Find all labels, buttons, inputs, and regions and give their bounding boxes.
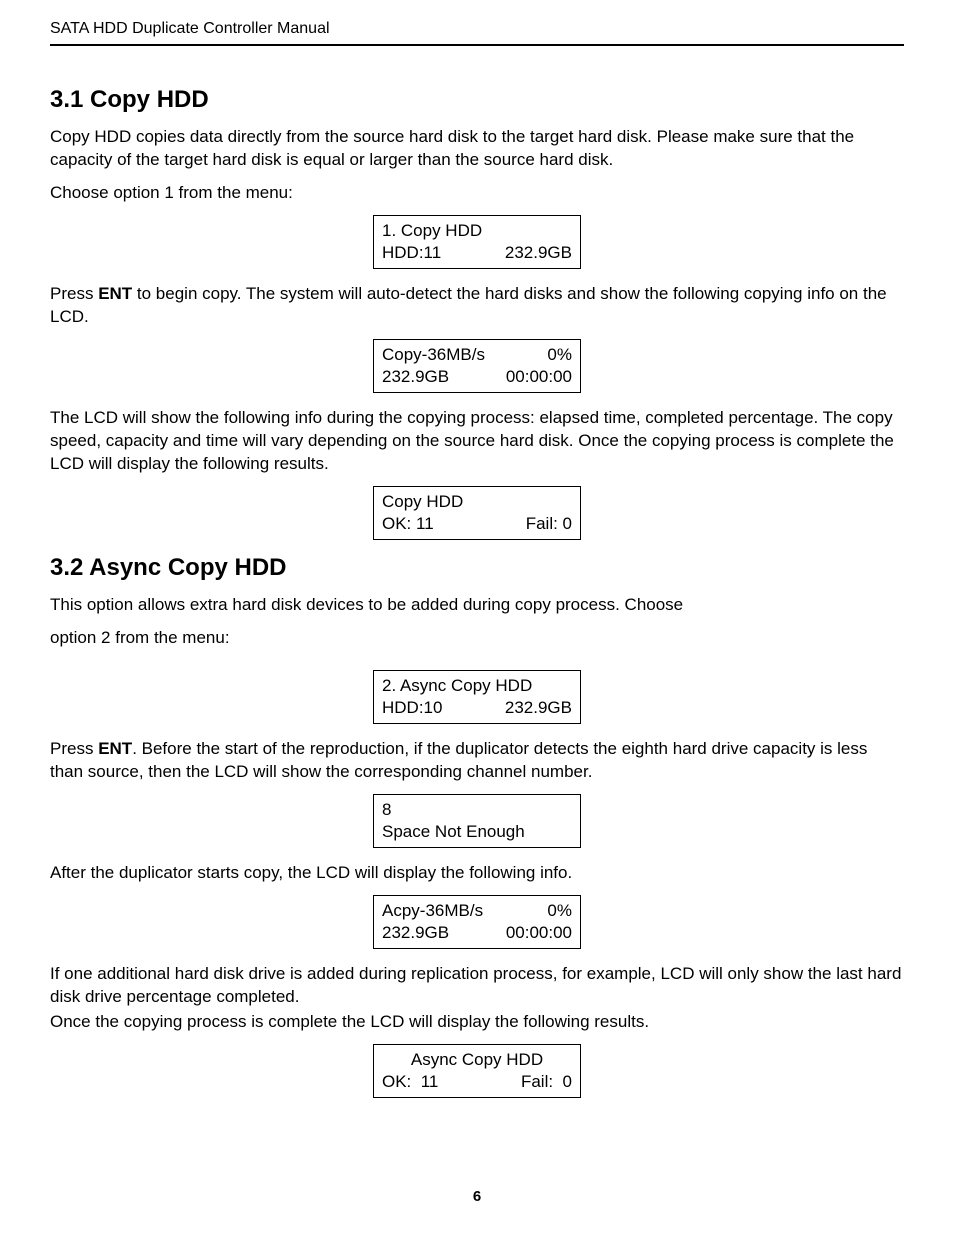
- lcd-line: Fail: 0: [526, 513, 572, 535]
- lcd-line: Acpy-36MB/s: [382, 900, 483, 922]
- lcd-line: 00:00:00: [506, 922, 572, 944]
- text-fragment: Press: [50, 739, 98, 758]
- lcd-display: Async Copy HDD OK: 11 Fail: 0: [373, 1044, 581, 1098]
- body-text: option 2 from the menu:: [50, 627, 904, 650]
- lcd-line: 2. Async Copy HDD: [382, 675, 532, 697]
- lcd-line: 232.9GB: [505, 242, 572, 264]
- lcd-line: 1. Copy HDD: [382, 220, 482, 242]
- body-text: After the duplicator starts copy, the LC…: [50, 862, 904, 885]
- lcd-line: Fail: 0: [521, 1071, 572, 1093]
- lcd-display: 1. Copy HDD HDD:11 232.9GB: [373, 215, 581, 269]
- lcd-display: Copy HDD OK: 11 Fail: 0: [373, 486, 581, 540]
- body-text: Press ENT to begin copy. The system will…: [50, 283, 904, 329]
- page-number: 6: [0, 1188, 954, 1205]
- text-fragment: . Before the start of the reproduction, …: [50, 739, 867, 781]
- key-label-ent: ENT: [98, 739, 132, 758]
- lcd-line: 0%: [547, 900, 572, 922]
- text-fragment: to begin copy. The system will auto-dete…: [50, 284, 887, 326]
- body-text: If one additional hard disk drive is add…: [50, 963, 904, 1009]
- key-label-ent: ENT: [98, 284, 132, 303]
- lcd-display: 2. Async Copy HDD HDD:10 232.9GB: [373, 670, 581, 724]
- document-page: SATA HDD Duplicate Controller Manual 3.1…: [0, 0, 954, 1235]
- lcd-line: 0%: [547, 344, 572, 366]
- lcd-line: 232.9GB: [382, 366, 449, 388]
- lcd-display: Copy-36MB/s 0% 232.9GB 00:00:00: [373, 339, 581, 393]
- body-text: This option allows extra hard disk devic…: [50, 594, 904, 617]
- lcd-line: Copy HDD: [382, 491, 463, 513]
- body-text: Copy HDD copies data directly from the s…: [50, 126, 904, 172]
- body-text: Once the copying process is complete the…: [50, 1011, 904, 1034]
- lcd-line: OK: 11: [382, 513, 434, 535]
- lcd-line: 232.9GB: [382, 922, 449, 944]
- body-text: The LCD will show the following info dur…: [50, 407, 904, 476]
- lcd-display: 8 Space Not Enough: [373, 794, 581, 848]
- lcd-line: Async Copy HDD: [411, 1049, 543, 1071]
- lcd-line: HDD:11: [382, 242, 441, 264]
- body-text: Press ENT. Before the start of the repro…: [50, 738, 904, 784]
- text-fragment: Press: [50, 284, 98, 303]
- lcd-display: Acpy-36MB/s 0% 232.9GB 00:00:00: [373, 895, 581, 949]
- page-header: SATA HDD Duplicate Controller Manual: [50, 20, 904, 46]
- section-heading-3-1: 3.1 Copy HDD: [50, 86, 904, 114]
- lcd-line: OK: 11: [382, 1071, 438, 1093]
- lcd-line: 00:00:00: [506, 366, 572, 388]
- section-heading-3-2: 3.2 Async Copy HDD: [50, 554, 904, 582]
- lcd-line: 232.9GB: [505, 697, 572, 719]
- body-text: Choose option 1 from the menu:: [50, 182, 904, 205]
- lcd-line: 8: [382, 799, 391, 821]
- lcd-line: Space Not Enough: [382, 821, 525, 843]
- lcd-line: Copy-36MB/s: [382, 344, 485, 366]
- lcd-line: HDD:10: [382, 697, 442, 719]
